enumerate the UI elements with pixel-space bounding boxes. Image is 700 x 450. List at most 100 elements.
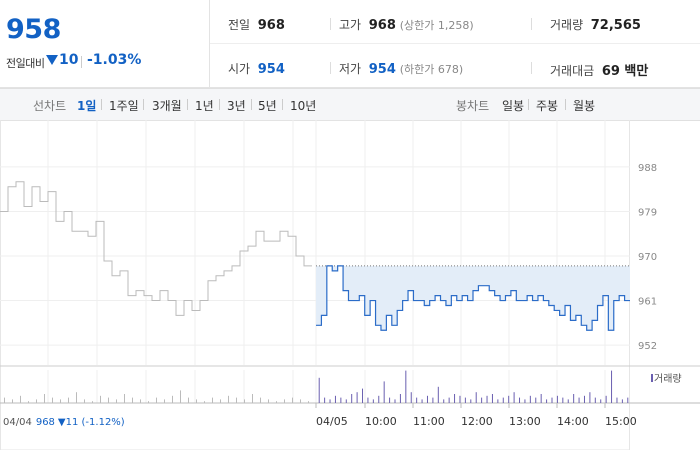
volume-bar xyxy=(470,399,472,403)
volume-bar xyxy=(405,370,407,403)
candle-monthly-button[interactable]: 월봉 xyxy=(573,97,595,114)
volume-bar xyxy=(345,399,347,403)
prev-close-label: 전일 xyxy=(228,18,251,32)
high-stat: 고가 968 (상한가 1,258) xyxy=(339,16,474,33)
volume-bar xyxy=(562,397,564,403)
volume-bar xyxy=(491,394,493,403)
period-3y-button[interactable]: 3년 xyxy=(227,97,246,114)
volume-bar xyxy=(148,401,149,403)
change-amount: 10 xyxy=(46,52,78,68)
volume-bar xyxy=(600,399,602,403)
y-tick-label: 979 xyxy=(638,207,657,218)
volume-bar xyxy=(244,399,245,403)
high-value: 968 xyxy=(368,18,396,33)
volume-bar xyxy=(228,395,229,403)
divider xyxy=(330,18,331,30)
volume-bar xyxy=(156,397,157,403)
volume-bar xyxy=(475,392,477,403)
divider xyxy=(210,43,700,44)
volume-bar xyxy=(416,397,418,403)
volume-legend-label: 거래량 xyxy=(654,373,682,385)
divider xyxy=(81,56,82,68)
volume-bar xyxy=(334,395,336,403)
volume-bar xyxy=(4,397,5,403)
volume-bar xyxy=(519,397,521,403)
volume-bar xyxy=(44,394,45,403)
volume-bar xyxy=(529,395,531,403)
volume-bar xyxy=(573,394,575,403)
period-1d-button[interactable]: 1일 xyxy=(77,97,96,114)
prev-close-value: 968 xyxy=(257,18,285,33)
line-chart-label: 선차트 xyxy=(33,99,67,113)
volume-bar xyxy=(605,395,607,403)
period-3m-button[interactable]: 3개월 xyxy=(152,97,182,114)
volume-bar xyxy=(100,395,101,403)
period-1w-button[interactable]: 1주일 xyxy=(109,97,139,114)
period-5y-button[interactable]: 5년 xyxy=(258,97,277,114)
period-10y-button[interactable]: 10년 xyxy=(290,97,316,114)
x-tick-label: 10:00 xyxy=(365,415,397,428)
volume-bar xyxy=(437,386,439,403)
volume-bar xyxy=(260,397,261,403)
volume-bar xyxy=(481,397,483,403)
volume-bar xyxy=(318,377,320,403)
trade-value-label: 거래대금 xyxy=(550,64,595,78)
prev-session-change: 11 (-1.12%) xyxy=(66,417,125,428)
volume-bar xyxy=(389,397,391,403)
divider xyxy=(565,99,566,110)
volume-bar xyxy=(84,399,85,403)
divider xyxy=(101,99,102,110)
volume-bar xyxy=(124,394,125,403)
open-value: 954 xyxy=(257,62,285,77)
volume-bar xyxy=(329,399,331,403)
volume-bar xyxy=(589,392,591,403)
x-tick-label: 11:00 xyxy=(413,415,445,428)
volume-bar xyxy=(616,397,618,403)
candle-weekly-button[interactable]: 주봉 xyxy=(536,97,558,114)
volume-bar xyxy=(108,397,109,403)
price-box: 958 전일대비 10 -1.03% xyxy=(0,0,210,87)
volume-bar xyxy=(20,395,21,403)
volume-bar xyxy=(594,397,596,403)
volume-bar xyxy=(502,397,504,403)
divider xyxy=(251,99,252,110)
volume-bar xyxy=(583,395,585,403)
chart-toolbar: 선차트 1일 1주일 3개월 1년 3년 5년 10년 봉차트 일봉 주봉 월봉 xyxy=(0,88,700,121)
lower-limit: (하한가 678) xyxy=(399,63,464,76)
y-tick-label: 961 xyxy=(638,297,657,308)
trade-value-stat: 거래대금 69 백만 xyxy=(550,60,648,79)
volume-bar xyxy=(188,397,189,403)
x-tick-label: 15:00 xyxy=(605,415,637,428)
prev-session-date: 04/04 xyxy=(3,417,32,428)
x-tick-label: 13:00 xyxy=(509,415,541,428)
volume-bar xyxy=(116,399,117,403)
volume-bar xyxy=(551,397,553,403)
volume-bar xyxy=(362,388,364,403)
price-chart: 988 979 970 961 952 04/05 10:00 11:00 12:00 13:0… xyxy=(0,120,700,450)
volume-bar xyxy=(627,397,629,403)
prev-session-summary: 04/04 968 ▼11 (-1.12%) xyxy=(3,417,125,428)
x-tick-label: 04/05 xyxy=(316,415,348,428)
volume-bar xyxy=(60,399,61,403)
down-arrow-icon xyxy=(46,55,58,65)
volume-bar xyxy=(464,397,466,403)
divider xyxy=(282,99,283,110)
open-label: 시가 xyxy=(228,62,251,76)
volume-value: 72,565 xyxy=(590,18,641,33)
volume-bar xyxy=(252,394,253,403)
volume-bar xyxy=(172,395,173,403)
volume-bar xyxy=(351,394,353,403)
prev-session-close: 968 xyxy=(36,417,55,428)
volume-bar xyxy=(459,395,461,403)
low-label: 저가 xyxy=(339,62,362,76)
divider xyxy=(531,18,532,30)
candle-daily-button[interactable]: 일봉 xyxy=(502,97,524,114)
open-stat: 시가 954 xyxy=(228,60,285,77)
volume-bar xyxy=(284,399,285,403)
volume-bar xyxy=(540,394,542,403)
period-1y-button[interactable]: 1년 xyxy=(195,97,214,114)
volume-bar xyxy=(556,395,558,403)
volume-bar xyxy=(180,390,181,403)
volume-bar xyxy=(399,394,401,403)
volume-bar xyxy=(410,392,412,403)
